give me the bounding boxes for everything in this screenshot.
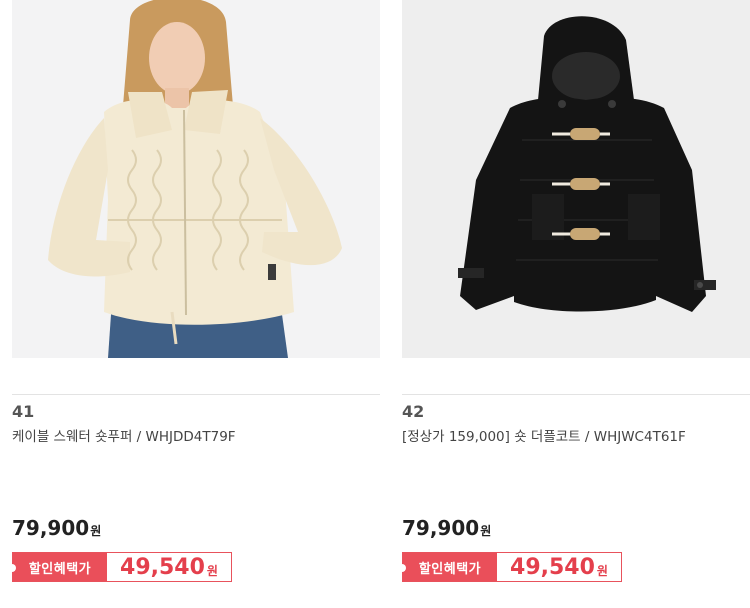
product-title[interactable]: 케이블 스웨터 숏푸퍼 / WHJDD4T79F [12,425,236,445]
price-value: 79,900 [12,516,90,540]
discount-benefit-box: 할인혜택가 49,540 원 [8,552,232,582]
benefit-price-unit: 원 [206,563,218,578]
benefit-price-value: 49,540 [120,554,205,580]
price-value: 79,900 [402,516,480,540]
cream-puffer-illustration [12,0,380,358]
black-duffle-coat-illustration [402,0,750,358]
product-card[interactable]: 42 [정상가 159,000] 숏 더플코트 / WHJWC4T61F 79,… [398,0,750,608]
benefit-label: 할인혜택가 [398,553,497,581]
divider [402,394,750,395]
product-rank: 42 [402,402,425,421]
price-unit: 원 [480,524,492,538]
benefit-price-unit: 원 [596,563,608,578]
benefit-price: 49,540 원 [107,553,231,581]
benefit-price: 49,540 원 [497,553,621,581]
price-unit: 원 [90,524,102,538]
product-title[interactable]: [정상가 159,000] 숏 더플코트 / WHJWC4T61F [402,425,686,445]
product-price: 79,900원 [12,516,101,540]
product-image[interactable] [12,0,380,358]
benefit-label: 할인혜택가 [8,553,107,581]
product-rank: 41 [12,402,35,421]
discount-benefit-box: 할인혜택가 49,540 원 [398,552,622,582]
product-card[interactable]: 41 케이블 스웨터 숏푸퍼 / WHJDD4T79F 79,900원 할인혜택… [8,0,380,608]
divider [12,394,380,395]
product-price: 79,900원 [402,516,491,540]
benefit-price-value: 49,540 [510,554,595,580]
product-image[interactable] [402,0,750,358]
